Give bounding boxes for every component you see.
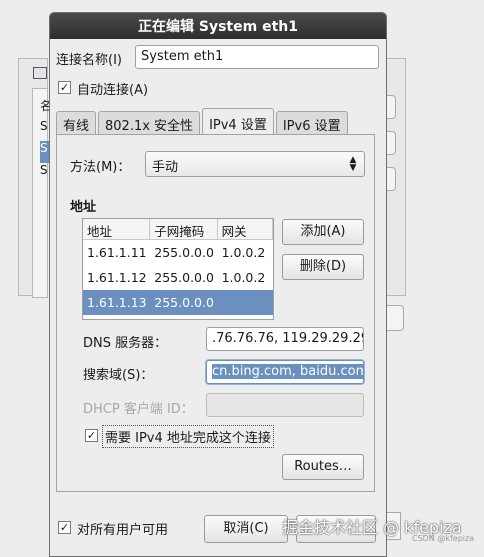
tab-wired[interactable]: 有线: [56, 111, 97, 135]
column-header[interactable]: 子网掩码: [150, 219, 218, 239]
table-cell: 255.0.0.0: [154, 245, 214, 260]
table-cell: 1.61.1.13: [87, 295, 147, 310]
method-value: 手动: [152, 160, 179, 175]
table-cell: 1.0.0.2: [221, 270, 266, 285]
table-cell: 1.0.0.2: [221, 245, 266, 260]
cancel-button[interactable]: 取消(C): [204, 515, 288, 543]
dns-servers-input[interactable]: .76.76.76, 119.29.29.29: [206, 327, 364, 351]
method-label: 方法(M)：: [70, 160, 131, 175]
table-cell: 255.0.0.0: [154, 295, 214, 310]
tab-ipv6-settings[interactable]: IPv6 设置: [275, 111, 348, 135]
column-header[interactable]: 地址: [83, 219, 151, 239]
background-list-item: S: [40, 141, 49, 163]
background-list-item: S: [40, 119, 48, 133]
address-table[interactable]: 地址 子网掩码 网关 1.61.1.11 255.0.0.0 1.0.0.2 1…: [82, 218, 274, 320]
all-users-label: 对所有用户可用: [77, 523, 169, 538]
settings-tabs: 有线 802.1x 安全性 IPv4 设置 IPv6 设置: [56, 107, 350, 136]
table-row[interactable]: 1.61.1.12 255.0.0.0 1.0.0.2: [83, 265, 273, 290]
connection-name-label: 连接名称(I): [56, 53, 122, 68]
search-domains-selected-text: cn.bing.com, baidu.com: [212, 364, 363, 379]
window-icon: [33, 67, 47, 79]
edit-connection-dialog: 正在编辑 System eth1 连接名称(I) System eth1 ✓ 自…: [49, 12, 387, 557]
require-ipv4-label: 需要 IPv4 地址完成这个连接: [102, 425, 274, 448]
connection-name-input[interactable]: System eth1: [135, 45, 379, 69]
address-table-header: 地址 子网掩码 网关: [83, 219, 273, 240]
auto-connect-checkbox[interactable]: ✓: [58, 81, 71, 94]
watermark-subtext: CSDN @kfepiza: [412, 534, 475, 543]
background-list-item: S: [40, 163, 48, 177]
table-cell: 255.0.0.0: [154, 270, 214, 285]
table-row-selected[interactable]: 1.61.1.13 255.0.0.0: [83, 290, 273, 315]
address-section-title: 地址: [70, 200, 97, 215]
dhcp-client-id-input[interactable]: [206, 393, 364, 417]
all-users-checkbox[interactable]: ✓: [58, 521, 71, 534]
select-arrows-icon: ▲ ▼: [349, 155, 357, 173]
tab-ipv4-settings[interactable]: IPv4 设置: [202, 108, 274, 136]
search-domains-input[interactable]: cn.bing.com, baidu.com: [206, 360, 364, 384]
dns-label: DNS 服务器：: [83, 336, 168, 351]
background-list-item: 名: [40, 99, 49, 113]
search-domains-label: 搜索域(S)：: [83, 368, 154, 383]
method-select[interactable]: 手动 ▲ ▼: [145, 151, 365, 177]
delete-address-button[interactable]: 删除(D): [282, 254, 364, 280]
add-address-button[interactable]: 添加(A): [282, 219, 364, 245]
require-ipv4-checkbox[interactable]: ✓: [85, 429, 98, 442]
auto-connect-label: 自动连接(A): [77, 83, 149, 98]
background-button[interactable]: [386, 305, 404, 331]
column-header[interactable]: 网关: [218, 219, 273, 239]
routes-button[interactable]: Routes…: [282, 454, 364, 480]
table-cell: 1.61.1.12: [87, 270, 147, 285]
table-row[interactable]: 1.61.1.11 255.0.0.0 1.0.0.2: [83, 240, 273, 265]
tab-8021x-security[interactable]: 802.1x 安全性: [98, 111, 201, 135]
dhcp-client-id-label: DHCP 客户端 ID：: [83, 402, 194, 417]
dialog-title: 正在编辑 System eth1: [50, 13, 386, 39]
table-cell: 1.61.1.11: [87, 245, 147, 260]
